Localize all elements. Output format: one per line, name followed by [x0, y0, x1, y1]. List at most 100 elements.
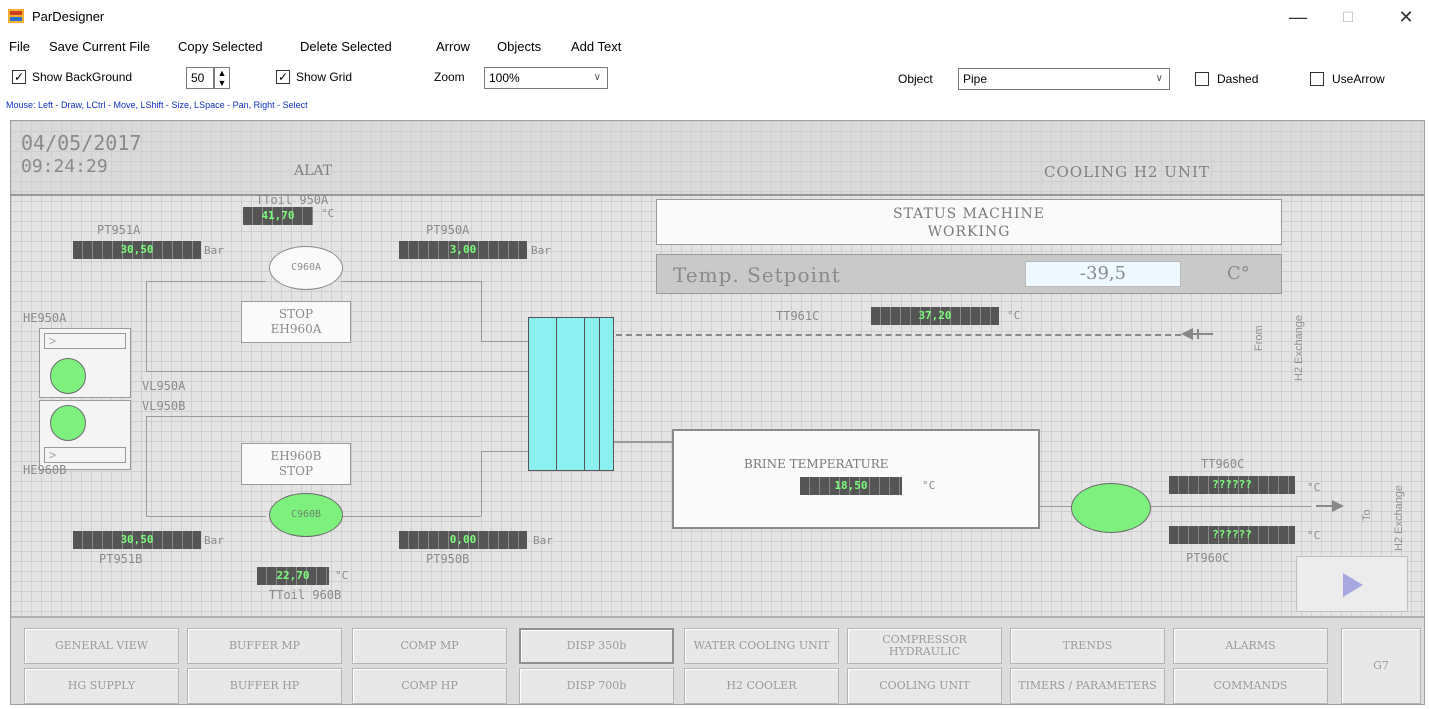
compressor-c960a[interactable]: C960A	[269, 246, 343, 290]
maximize-button[interactable]: ☐	[1325, 4, 1371, 30]
chevron-down-icon: ∨	[593, 72, 601, 83]
canvas-header: 04/05/2017 09:24:29 ALAT COOLING H2 UNIT	[11, 121, 1424, 196]
unit-degc: °C	[335, 569, 349, 582]
header-time: 09:24:29	[21, 156, 108, 177]
menu-file[interactable]: File	[9, 39, 30, 54]
minimize-button[interactable]: —	[1275, 4, 1321, 30]
value-pt950a: 3,00	[399, 241, 527, 259]
label-vl950b: VL950B	[142, 399, 186, 413]
unit-degc: °C	[1307, 481, 1321, 494]
heat-exchanger-he960b[interactable]: >	[39, 400, 131, 470]
pipe	[146, 516, 266, 517]
brine-label: BRINE TEMPERATURE	[744, 457, 889, 471]
show-grid-label: Show Grid	[296, 70, 353, 84]
label-tt960c: TT960C	[1201, 457, 1245, 471]
pipe	[341, 516, 481, 517]
nav-comp-mp[interactable]: COMP MP	[352, 628, 507, 664]
nav-general-view[interactable]: GENERAL VIEW	[24, 628, 179, 664]
pump-brine[interactable]	[1071, 483, 1151, 533]
value-ttoil950a: 41,70	[243, 207, 313, 225]
c960b-label: C960B	[290, 509, 322, 520]
setpoint-input[interactable]: -39,5	[1025, 261, 1181, 287]
status-box-eh960b[interactable]: EH960B STOP	[241, 443, 351, 485]
pump-he960b[interactable]	[50, 405, 86, 441]
label-pt950a: PT950A	[426, 223, 470, 237]
status-line1: STATUS MACHINE	[892, 206, 1046, 222]
pipe	[146, 416, 529, 417]
next-page-button[interactable]	[1296, 556, 1408, 612]
nav-cooling-unit[interactable]: COOLING UNIT	[847, 668, 1002, 704]
menu-delete-selected[interactable]: Delete Selected	[300, 39, 392, 54]
nav-trends[interactable]: TRENDS	[1010, 628, 1165, 664]
background-value-input[interactable]: 50	[186, 67, 214, 89]
zoom-select[interactable]: 100% ∨	[484, 67, 608, 89]
status-box-eh960a[interactable]: STOP EH960A	[241, 301, 351, 343]
menu-objects[interactable]: Objects	[497, 39, 541, 54]
nav-hg-supply[interactable]: HG SUPPLY	[24, 668, 179, 704]
heat-exchanger-he950a[interactable]: >	[39, 328, 131, 398]
menu-save-current-file[interactable]: Save Current File	[49, 39, 150, 54]
menu-arrow[interactable]: Arrow	[436, 39, 470, 54]
nav-disp-350b[interactable]: DISP 350b	[519, 628, 674, 664]
pump-he950a[interactable]	[50, 358, 86, 394]
nav-buffer-mp[interactable]: BUFFER MP	[187, 628, 342, 664]
object-select[interactable]: Pipe ∨	[958, 68, 1170, 90]
pipe	[1040, 506, 1074, 507]
zoom-value: 100%	[489, 71, 520, 85]
menu-add-text[interactable]: Add Text	[571, 39, 621, 54]
value-ttoil960b: 22,70	[257, 567, 329, 585]
show-background-checkbox[interactable]: ✓	[12, 70, 26, 84]
setpoint-panel: Temp. Setpoint -39,5 C°	[656, 254, 1282, 294]
nav-alarms[interactable]: ALARMS	[1173, 628, 1328, 664]
arrow-indicator: >	[44, 333, 126, 349]
usearrow-label: UseArrow	[1332, 72, 1385, 86]
nav-timers-parameters[interactable]: TIMERS / PARAMETERS	[1010, 668, 1165, 704]
value-tt961c: 37,20	[871, 307, 999, 325]
stop-a-line1: STOP	[278, 307, 314, 321]
value-tt960c: ??????	[1169, 476, 1295, 494]
nav-commands[interactable]: COMMANDS	[1173, 668, 1328, 704]
flow-arrow-icon	[1316, 500, 1344, 512]
nav-water-cooling-unit[interactable]: WATER COOLING UNIT	[684, 628, 839, 664]
label-he950a: HE950A	[23, 311, 67, 325]
nav-h2-cooler[interactable]: H2 COOLER	[684, 668, 839, 704]
dashed-label: Dashed	[1217, 72, 1259, 86]
background-spinner[interactable]: ▲ ▼	[214, 67, 230, 89]
show-grid-checkbox[interactable]: ✓	[276, 70, 290, 84]
label-pt960c: PT960C	[1186, 551, 1230, 565]
label-ttoil950a: TToil 950A	[256, 193, 329, 207]
nav-buffer-hp[interactable]: BUFFER HP	[187, 668, 342, 704]
label-pt950b: PT950B	[426, 552, 470, 566]
pipe	[146, 281, 147, 371]
label-tt961c: TT961C	[776, 309, 820, 323]
usearrow-checkbox[interactable]	[1310, 72, 1324, 86]
to-h2-label-line1: To	[1361, 509, 1373, 521]
pipe	[481, 341, 529, 342]
close-button[interactable]: ✕	[1383, 4, 1429, 30]
object-value: Pipe	[963, 72, 988, 86]
to-h2-label-line2: H2 Exchange	[1393, 484, 1405, 551]
pipe	[341, 281, 481, 282]
dashed-checkbox[interactable]	[1195, 72, 1209, 86]
design-canvas[interactable]: 04/05/2017 09:24:29 ALAT COOLING H2 UNIT…	[10, 120, 1425, 705]
menu-copy-selected[interactable]: Copy Selected	[178, 39, 263, 54]
compressor-c960b[interactable]: C960B	[269, 493, 343, 537]
nav-comp-hp[interactable]: COMP HP	[352, 668, 507, 704]
plate-heat-exchanger[interactable]	[528, 317, 614, 471]
header-unit-title: COOLING H2 UNIT	[1044, 163, 1210, 181]
unit-degc: °C	[922, 479, 936, 492]
nav-g7[interactable]: G7	[1341, 628, 1421, 704]
nav-disp-700b[interactable]: DISP 700b	[519, 668, 674, 704]
pipe	[614, 441, 672, 443]
from-h2-label-line2: H2 Exchange	[1293, 314, 1305, 381]
value-brine: 18,50	[800, 477, 902, 495]
menu-bar: File Save Current File Copy Selected Del…	[0, 36, 1429, 58]
pipe	[481, 281, 482, 341]
arrow-indicator: >	[44, 447, 126, 463]
brine-panel: BRINE TEMPERATURE 18,50 °C	[672, 429, 1040, 529]
app-icon	[8, 9, 24, 23]
status-line2: WORKING	[927, 224, 1011, 240]
nav-compressor-hydraulic[interactable]: COMPRESSOR HYDRAULIC	[847, 628, 1002, 664]
header-alarm: ALAT	[294, 163, 333, 179]
stop-b-line2: STOP	[278, 464, 314, 478]
